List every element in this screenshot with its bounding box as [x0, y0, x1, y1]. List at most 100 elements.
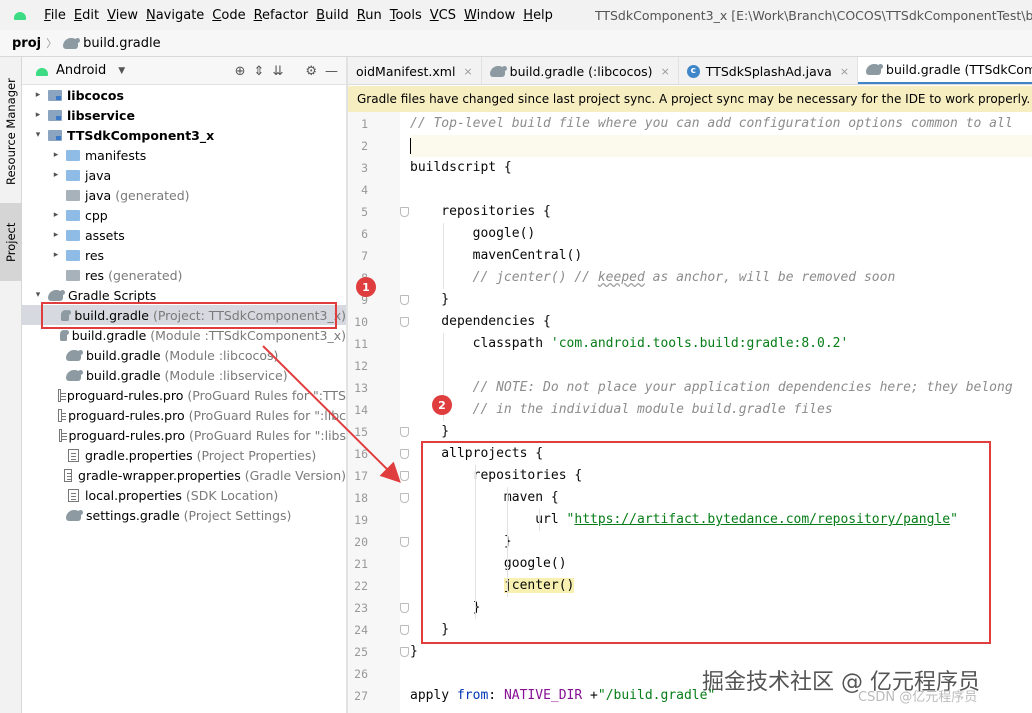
- menu-file[interactable]: File: [44, 8, 72, 23]
- file-icon: [58, 428, 67, 442]
- fold-marker-icon[interactable]: [400, 537, 409, 547]
- chevron-right-icon[interactable]: ▸: [32, 110, 44, 120]
- editor-tab[interactable]: c TTSdkSplashAd.java ×: [679, 57, 859, 84]
- code-token: maven {: [410, 490, 559, 505]
- collapse-all-icon[interactable]: ⇕: [254, 64, 265, 79]
- menu-build[interactable]: Build: [316, 8, 355, 23]
- fold-marker-icon[interactable]: [400, 625, 409, 635]
- tree-item[interactable]: ▾ TTSdkComponent3_x: [22, 125, 346, 145]
- chevron-down-icon[interactable]: ▾: [32, 130, 44, 140]
- tree-item[interactable]: ▸ libcocos: [22, 85, 346, 105]
- code-line: // NOTE: Do not place your application d…: [410, 377, 1013, 399]
- folder-icon: [66, 169, 80, 181]
- chevron-right-icon[interactable]: ▸: [50, 230, 62, 240]
- chevron-right-icon[interactable]: ▸: [50, 150, 62, 160]
- menu-refactor[interactable]: Refactor: [254, 8, 315, 23]
- tree-item-label: build.gradle: [86, 347, 161, 363]
- tree-item[interactable]: ▸ java: [22, 165, 346, 185]
- tree-item[interactable]: ▸ assets: [22, 225, 346, 245]
- tree-item[interactable]: build.gradle (Module :libcocos): [22, 345, 346, 365]
- editor-tab[interactable]: build.gradle (:libcocos) ×: [482, 57, 679, 84]
- fold-marker-icon[interactable]: [400, 471, 409, 481]
- tree-item[interactable]: ▸ cpp: [22, 205, 346, 225]
- tree-item[interactable]: build.gradle (Module :TTSdkComponent3_x): [22, 325, 346, 345]
- tree-item-hint: (ProGuard Rules for ":libs: [188, 427, 346, 443]
- tree-item-label: gradle.properties: [85, 447, 193, 463]
- line-number: 21: [354, 557, 368, 571]
- menu-vcs[interactable]: VCS: [430, 8, 462, 23]
- fold-marker-icon[interactable]: [400, 295, 409, 305]
- tree-item-label: proguard-rules.pro: [68, 407, 185, 423]
- menu-navigate[interactable]: Navigate: [146, 8, 210, 23]
- locate-icon[interactable]: ⊕: [235, 64, 246, 79]
- fold-marker-icon[interactable]: [400, 647, 409, 657]
- fold-marker-icon[interactable]: [400, 493, 409, 503]
- close-icon[interactable]: ×: [463, 65, 472, 78]
- tree-item-label: java: [85, 187, 112, 203]
- menu-edit[interactable]: Edit: [74, 8, 105, 23]
- expand-all-icon[interactable]: ⇊: [272, 64, 283, 79]
- minimize-icon[interactable]: —: [325, 64, 338, 79]
- chevron-right-icon[interactable]: ▸: [50, 170, 62, 180]
- breadcrumb-root[interactable]: proj: [12, 36, 41, 51]
- tree-item[interactable]: ▸ manifests: [22, 145, 346, 165]
- line-number: 5: [361, 205, 368, 219]
- fold-marker-icon[interactable]: [400, 317, 409, 327]
- gradle-icon: [66, 349, 83, 361]
- chevron-right-icon[interactable]: ▸: [50, 210, 62, 220]
- file-icon: [58, 408, 66, 422]
- chevron-down-icon[interactable]: ▼: [118, 66, 125, 76]
- chevron-right-icon[interactable]: ▸: [50, 250, 62, 260]
- menu-tools[interactable]: Tools: [390, 8, 428, 23]
- tree-item[interactable]: proguard-rules.pro (ProGuard Rules for ":…: [22, 385, 346, 405]
- menu-run[interactable]: Run: [357, 8, 388, 23]
- tree-item[interactable]: build.gradle (Project: TTSdkComponent3_x): [22, 305, 346, 325]
- menu-help[interactable]: Help: [523, 8, 559, 23]
- tree-item-label: TTSdkComponent3_x: [67, 127, 215, 143]
- tree-item[interactable]: gradle-wrapper.properties (Gradle Version…: [22, 465, 346, 485]
- tree-item[interactable]: build.gradle (Module :libservice): [22, 365, 346, 385]
- fold-marker-icon[interactable]: [400, 427, 409, 437]
- fold-marker-icon[interactable]: [400, 449, 409, 459]
- tree-item[interactable]: ▾ Gradle Scripts: [22, 285, 346, 305]
- code-line: maven {: [410, 487, 559, 509]
- tree-item[interactable]: res (generated): [22, 265, 346, 285]
- tree-item-hint: (generated): [108, 267, 183, 283]
- code-token: +: [582, 688, 598, 703]
- tree-item[interactable]: proguard-rules.pro (ProGuard Rules for ":…: [22, 425, 346, 445]
- tree-item[interactable]: settings.gradle (Project Settings): [22, 505, 346, 525]
- tree-item[interactable]: java (generated): [22, 185, 346, 205]
- fold-marker-icon[interactable]: [400, 603, 409, 613]
- tree-item[interactable]: ▸ res: [22, 245, 346, 265]
- menu-code[interactable]: Code: [212, 8, 251, 23]
- chevron-down-icon[interactable]: ▾: [32, 290, 44, 300]
- breadcrumb-file[interactable]: build.gradle: [83, 36, 161, 51]
- file-icon: [68, 488, 79, 502]
- fold-marker-icon[interactable]: [400, 207, 409, 217]
- editor-tab[interactable]: oidManifest.xml ×: [348, 57, 482, 84]
- code-line: }: [410, 641, 418, 663]
- resource-manager-tab[interactable]: Resource Manager: [0, 69, 22, 195]
- tree-item[interactable]: ▸ libservice: [22, 105, 346, 125]
- project-tab[interactable]: Project: [0, 203, 22, 281]
- editor-tab[interactable]: build.gradle (TTSdkComponent3_: [858, 57, 1032, 84]
- line-number: 12: [354, 359, 368, 373]
- code-editor[interactable]: 1 // Top-level build file where you can a…: [348, 112, 1032, 713]
- project-view-selector[interactable]: Android: [56, 63, 106, 78]
- close-icon[interactable]: ×: [840, 65, 849, 78]
- code-token: }: [410, 292, 450, 307]
- code-token: // jcenter() //: [410, 270, 598, 285]
- line-number: 2: [361, 139, 368, 153]
- tree-item-hint: (Gradle Version): [244, 467, 346, 483]
- tree-item[interactable]: gradle.properties (Project Properties): [22, 445, 346, 465]
- folder-icon: [66, 149, 80, 161]
- gear-icon[interactable]: ⚙: [305, 64, 317, 79]
- menu-view[interactable]: View: [107, 8, 144, 23]
- chevron-right-icon[interactable]: ▸: [32, 90, 44, 100]
- code-token: }: [410, 424, 450, 439]
- tree-item[interactable]: proguard-rules.pro (ProGuard Rules for ":…: [22, 405, 346, 425]
- close-icon[interactable]: ×: [661, 65, 670, 78]
- menu-window[interactable]: Window: [464, 8, 521, 23]
- tree-item[interactable]: local.properties (SDK Location): [22, 485, 346, 505]
- code-line: url "https://artifact.bytedance.com/repo…: [410, 509, 958, 531]
